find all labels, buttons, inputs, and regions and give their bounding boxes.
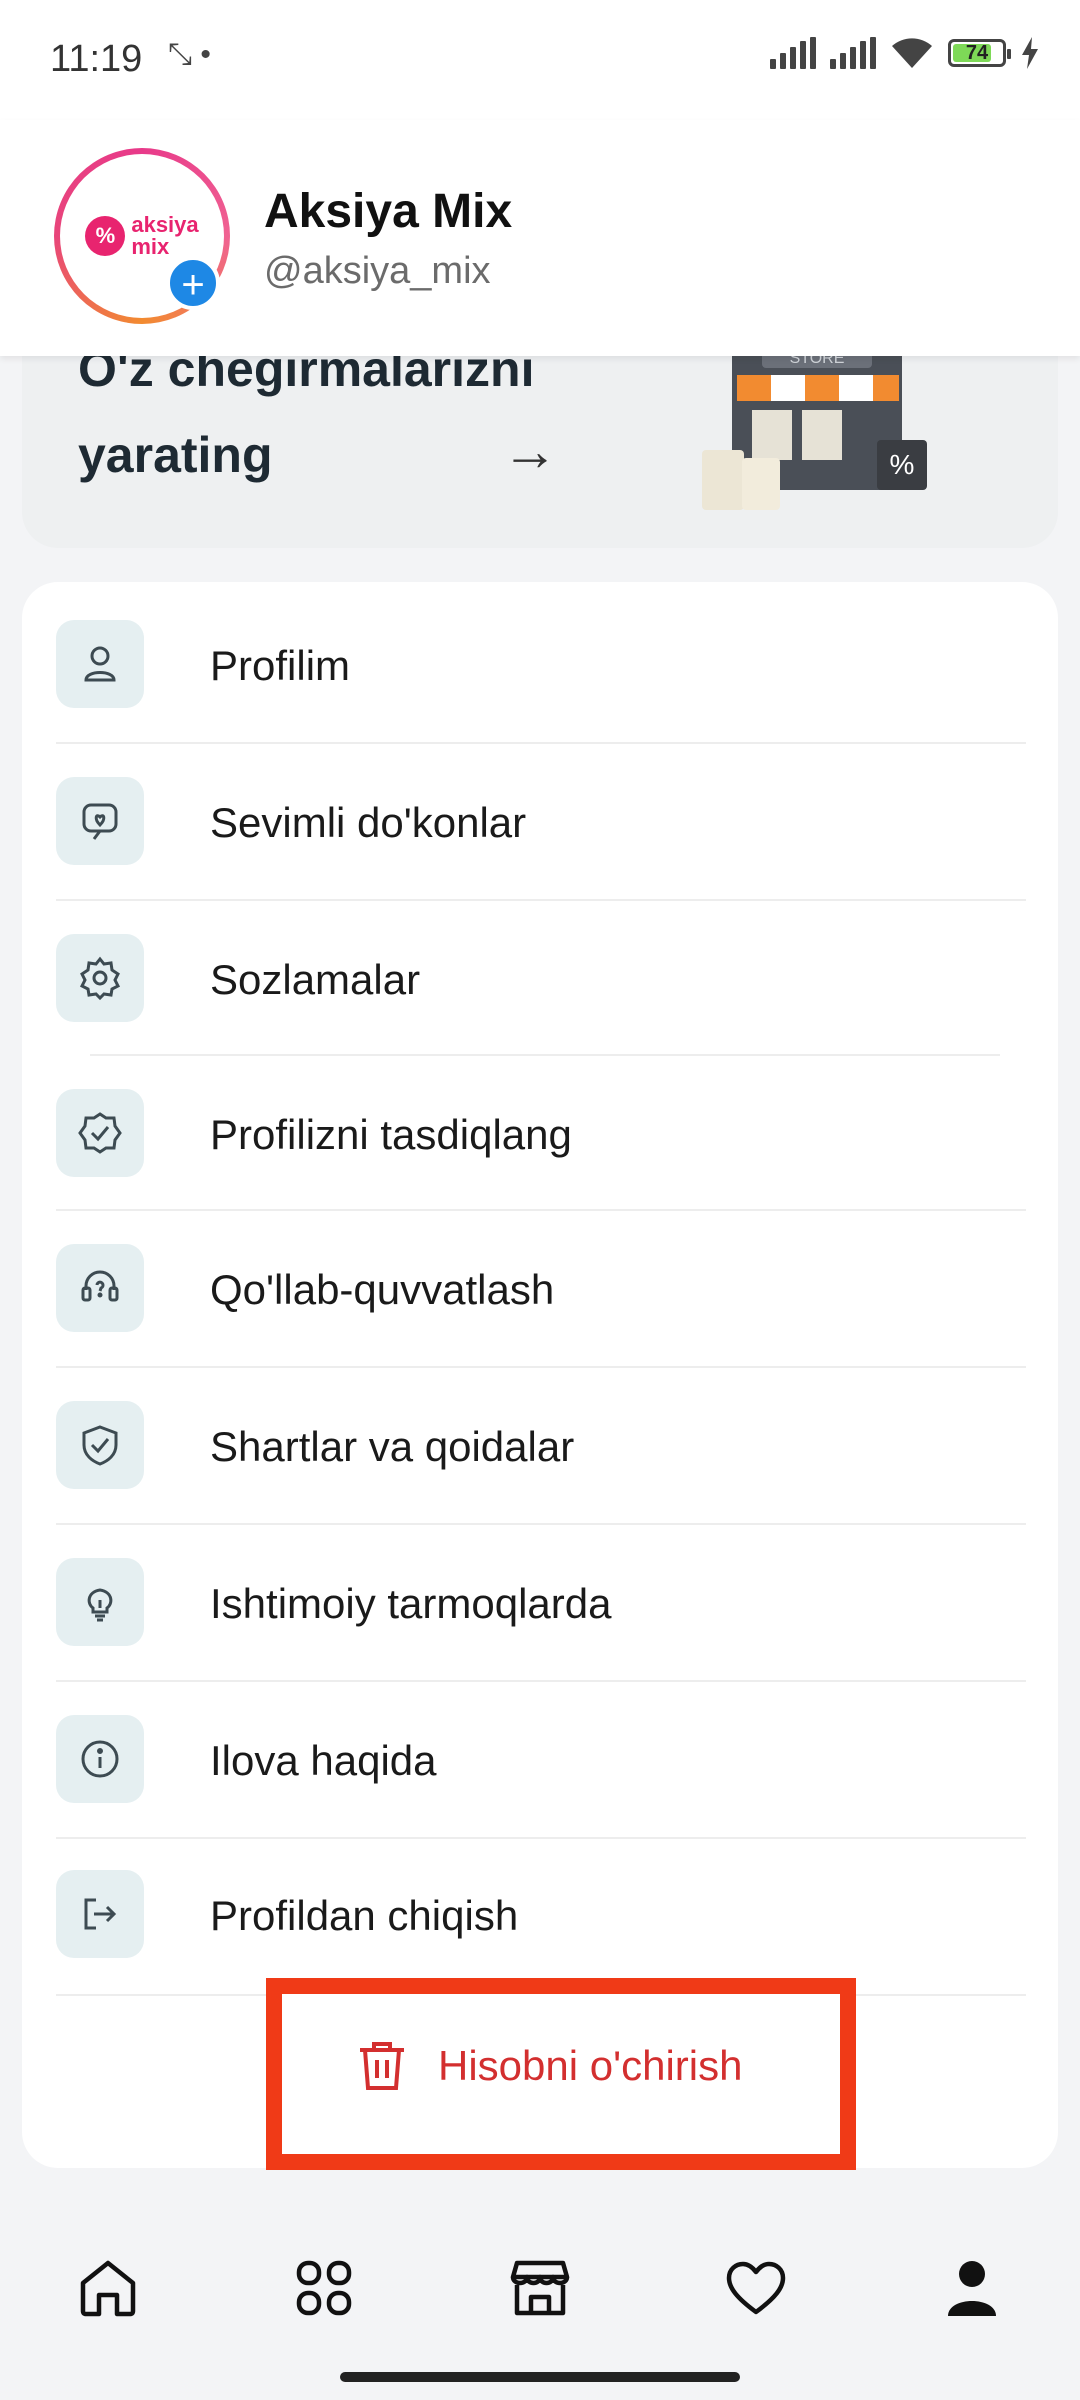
home-indicator[interactable] [340, 2372, 740, 2382]
battery-icon: 74 [948, 39, 1011, 67]
menu-item-label: Sozlamalar [210, 956, 421, 1003]
profile-name: Aksiya Mix [264, 185, 513, 238]
menu-item-social[interactable]: Ishtimoiy tarmoqlarda [56, 1520, 1026, 1676]
profile-handle: @aksiya_mix [264, 250, 491, 292]
store-illustration: STORE % [702, 340, 927, 510]
info-icon [56, 1715, 144, 1803]
signal-icon-2 [830, 37, 876, 69]
menu-item-label: Ilova haqida [210, 1737, 437, 1784]
menu-item-settings[interactable]: Sozlamalar [56, 896, 1026, 1052]
avatar[interactable]: % aksiya mix + [54, 148, 230, 324]
trash-icon [360, 2042, 404, 2090]
heart-icon [726, 2261, 786, 2315]
store-icon [510, 2260, 570, 2316]
delete-account-button[interactable]: Hisobni o'chirish [356, 2038, 742, 2094]
menu-card: Profilim Sevimli do'konlar Sozlamalar Pr… [22, 582, 1058, 2168]
logout-icon [56, 1870, 144, 1958]
nav-home[interactable] [68, 2248, 148, 2328]
menu-item-label: Shartlar va qoidalar [210, 1423, 575, 1470]
profile-icon [948, 2261, 996, 2316]
status-right: 74 [770, 36, 1040, 70]
lightbulb-icon [56, 1558, 144, 1646]
logo-line-2: mix [131, 234, 170, 259]
battery-level: 74 [965, 41, 989, 64]
logo-percent-icon: % [85, 216, 126, 256]
arrow-right-icon: → [502, 419, 558, 482]
nav-stores[interactable] [500, 2248, 580, 2328]
menu-item-label: Profilim [210, 642, 351, 689]
menu-item-about[interactable]: Ilova haqida [56, 1677, 1026, 1833]
bottom-nav [0, 2188, 1080, 2400]
favorite-shop-icon [56, 777, 144, 865]
charging-icon [1022, 37, 1038, 69]
shield-check-icon [56, 1401, 144, 1489]
status-time: 11:19 [50, 38, 143, 80]
home-icon [80, 2260, 136, 2317]
headset-icon [56, 1244, 144, 1332]
logo-line-1: aksiya [131, 212, 199, 237]
verified-badge-icon [56, 1089, 144, 1177]
nav-profile[interactable] [932, 2248, 1012, 2328]
add-photo-button[interactable]: + [166, 256, 220, 310]
menu-item-label: Profildan chiqish [210, 1892, 519, 1939]
menu-item-support[interactable]: Qo'llab-quvvatlash [56, 1206, 1026, 1362]
menu-item-terms[interactable]: Shartlar va qoidalar [56, 1363, 1026, 1519]
menu-item-verify-profile[interactable]: Profilizni tasdiqlang [56, 1051, 1026, 1207]
menu-item-logout[interactable]: Profildan chiqish [56, 1832, 1026, 1988]
categories-icon [296, 2260, 352, 2316]
nav-favorites[interactable] [716, 2248, 796, 2328]
menu-item-label: Profilizni tasdiqlang [210, 1111, 572, 1158]
delete-account-label: Hisobni o'chirish [438, 2042, 743, 2089]
gear-icon [56, 934, 144, 1022]
menu-item-label: Sevimli do'konlar [210, 799, 527, 846]
user-icon [56, 620, 144, 708]
signal-icon [770, 37, 816, 69]
menu-item-profile[interactable]: Profilim [56, 582, 1026, 738]
banner-title-line-2: yarating [78, 427, 273, 483]
nav-categories[interactable] [284, 2248, 364, 2328]
profile-header: % aksiya mix + Aksiya Mix @aksiya_mix [0, 120, 1080, 356]
wifi-icon [892, 38, 932, 68]
svg-text:%: % [890, 449, 915, 480]
menu-item-label: Ishtimoiy tarmoqlarda [210, 1580, 612, 1627]
menu-item-label: Qo'llab-quvvatlash [210, 1266, 555, 1313]
status-bar: 11:19 ⤡ • 74 [0, 0, 1080, 120]
delete-account-highlight: Hisobni o'chirish [266, 1978, 856, 2170]
menu-item-favorite-shops[interactable]: Sevimli do'konlar [56, 739, 1026, 895]
status-notification-icons: ⤡ • [168, 38, 211, 71]
